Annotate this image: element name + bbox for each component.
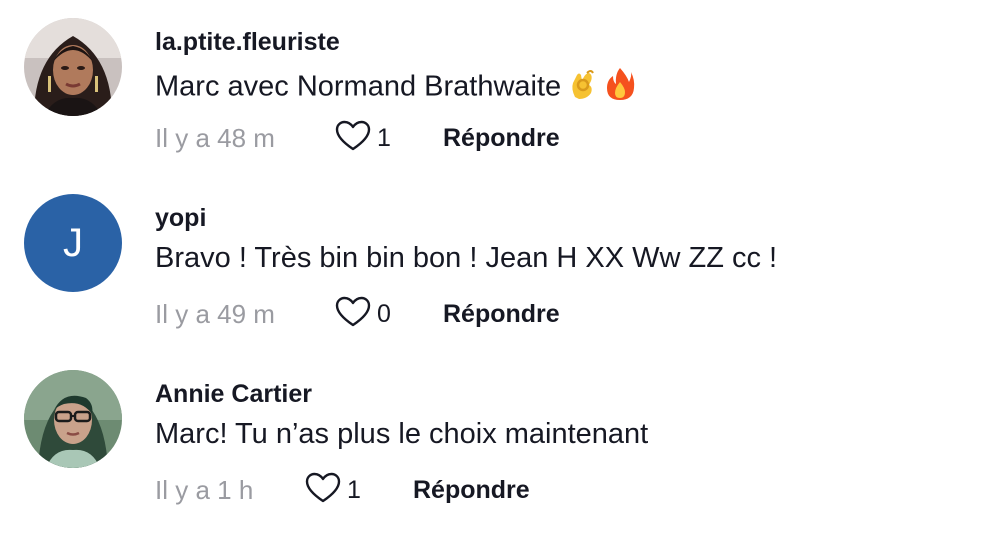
- like-button[interactable]: 1: [305, 472, 413, 509]
- comment-username[interactable]: Annie Cartier: [155, 380, 312, 409]
- comment-username[interactable]: yopi: [155, 204, 206, 233]
- comment-meta: Il y a 49 m 0 Répondre: [155, 294, 560, 334]
- heart-icon: [305, 472, 341, 509]
- comment-item: la.ptite.fleuriste Marc avec Normand Bra…: [0, 0, 1006, 170]
- avatar-letter: J: [63, 221, 83, 265]
- like-button[interactable]: 0: [335, 296, 443, 333]
- avatar[interactable]: J: [24, 194, 122, 292]
- heart-icon: [335, 120, 371, 157]
- avatar-photo: [24, 18, 122, 116]
- avatar-photo: [24, 370, 122, 468]
- avatar[interactable]: [24, 18, 122, 116]
- comment-text: Marc! Tu n’as plus le choix maintenant: [155, 418, 649, 450]
- like-count: 0: [377, 299, 391, 328]
- like-count: 1: [347, 475, 361, 504]
- comment-meta: Il y a 1 h 1 Répondre: [155, 470, 530, 510]
- ok-hand-emoji: [567, 67, 599, 109]
- comment-item: Annie Cartier Marc! Tu n’as plus le choi…: [0, 352, 1006, 522]
- comment-text-body: Marc avec Normand Brathwaite: [155, 70, 562, 103]
- comment-timestamp: Il y a 49 m: [155, 298, 275, 329]
- comment-timestamp: Il y a 1 h: [155, 474, 254, 505]
- comment-text: Marc avec Normand Brathwaite: [155, 66, 635, 110]
- like-button[interactable]: 1: [335, 120, 443, 157]
- reply-button[interactable]: Répondre: [443, 124, 560, 153]
- reply-button[interactable]: Répondre: [443, 300, 560, 329]
- comment-meta: Il y a 48 m 1 Répondre: [155, 118, 560, 158]
- heart-icon: [335, 296, 371, 333]
- like-count: 1: [377, 123, 391, 152]
- reply-button[interactable]: Répondre: [413, 476, 530, 505]
- avatar[interactable]: [24, 370, 122, 468]
- comment-username[interactable]: la.ptite.fleuriste: [155, 28, 340, 57]
- comment-text: Bravo ! Très bin bin bon ! Jean H XX Ww …: [155, 242, 778, 274]
- comment-timestamp: Il y a 48 m: [155, 122, 275, 153]
- fire-emoji: [605, 66, 635, 110]
- comment-item: J yopi Bravo ! Très bin bin bon ! Jean H…: [0, 176, 1006, 346]
